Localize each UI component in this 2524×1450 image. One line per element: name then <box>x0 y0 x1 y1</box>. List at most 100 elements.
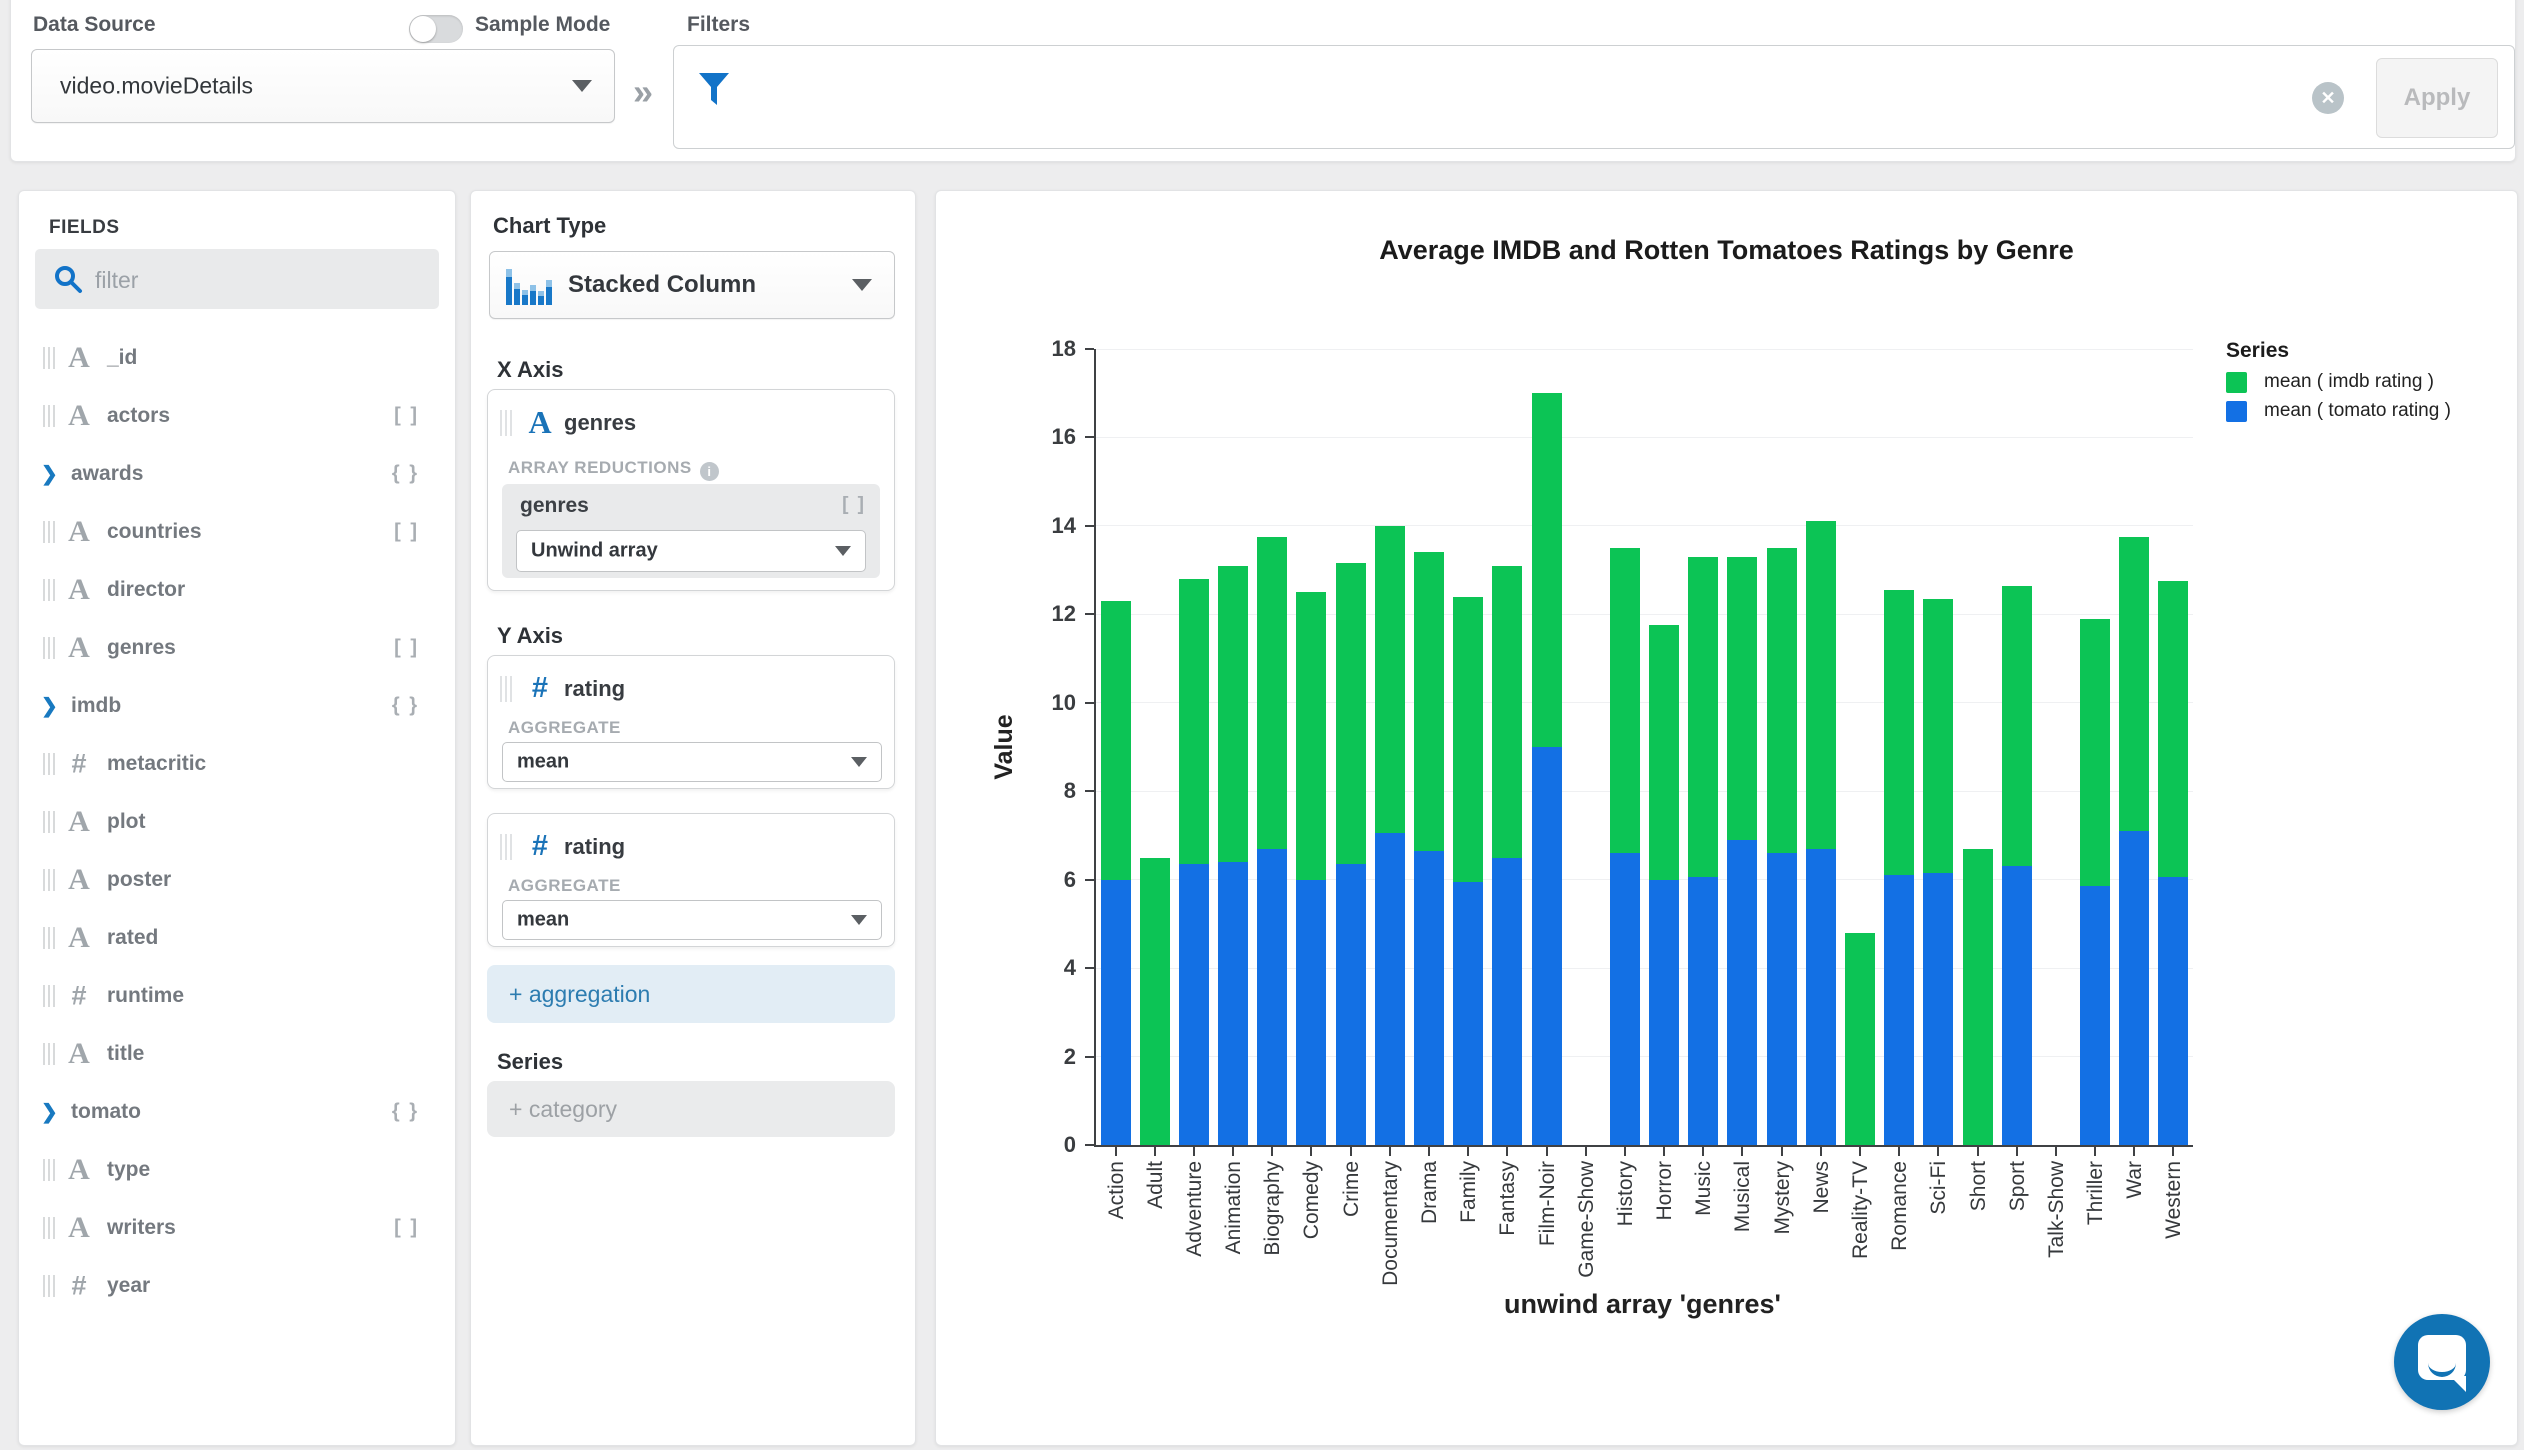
bar-Short-imdb[interactable] <box>1963 849 1993 1145</box>
bar-Adventure-tomato[interactable] <box>1179 864 1209 1145</box>
expand-chevron-icon[interactable]: ❯ <box>41 694 58 719</box>
drag-handle-icon[interactable] <box>43 521 55 543</box>
bar-War-tomato[interactable] <box>2119 831 2149 1145</box>
aggregate-select[interactable]: mean <box>502 900 882 940</box>
chat-widget-button[interactable] <box>2394 1314 2490 1410</box>
bar-Film-Noir-tomato[interactable] <box>1532 747 1562 1145</box>
field-row-title[interactable]: Atitle <box>19 1025 455 1083</box>
bar-Sport-imdb[interactable] <box>2002 586 2032 867</box>
bar-Thriller-tomato[interactable] <box>2080 886 2110 1145</box>
bar-Western-tomato[interactable] <box>2158 877 2188 1145</box>
bar-Documentary-tomato[interactable] <box>1375 833 1405 1145</box>
bar-Comedy-tomato[interactable] <box>1296 880 1326 1145</box>
drag-handle-icon[interactable] <box>500 410 512 436</box>
bar-Romance-imdb[interactable] <box>1884 590 1914 875</box>
info-icon[interactable]: i <box>700 462 719 481</box>
field-row-genres[interactable]: Agenres[ ] <box>19 619 455 677</box>
drag-handle-icon[interactable] <box>500 676 512 702</box>
field-row-plot[interactable]: Aplot <box>19 793 455 851</box>
bar-Family-imdb[interactable] <box>1453 597 1483 882</box>
bar-History-tomato[interactable] <box>1610 853 1640 1145</box>
bar-Western-imdb[interactable] <box>2158 581 2188 877</box>
bar-Music-imdb[interactable] <box>1688 557 1718 878</box>
expand-chevron-icon[interactable]: ❯ <box>41 1100 58 1125</box>
clear-filter-icon[interactable]: ✕ <box>2312 82 2344 114</box>
bar-Action-tomato[interactable] <box>1101 880 1131 1145</box>
drag-handle-icon[interactable] <box>43 985 55 1007</box>
bar-Fantasy-tomato[interactable] <box>1492 858 1522 1145</box>
bar-Animation-tomato[interactable] <box>1218 862 1248 1145</box>
field-row-_id[interactable]: A_id <box>19 329 455 387</box>
bar-Drama-imdb[interactable] <box>1414 552 1444 851</box>
bar-Thriller-imdb[interactable] <box>2080 619 2110 887</box>
aggregate-select[interactable]: mean <box>502 742 882 782</box>
drag-handle-icon[interactable] <box>43 405 55 427</box>
drag-handle-icon[interactable] <box>43 811 55 833</box>
bar-Action-imdb[interactable] <box>1101 601 1131 880</box>
drag-handle-icon[interactable] <box>43 927 55 949</box>
bar-Musical-tomato[interactable] <box>1727 840 1757 1145</box>
field-row-imdb[interactable]: ❯imdb{ } <box>19 677 455 735</box>
field-row-actors[interactable]: Aactors[ ] <box>19 387 455 445</box>
bar-Adventure-imdb[interactable] <box>1179 579 1209 864</box>
data-source-select[interactable]: video.movieDetails <box>31 49 615 123</box>
drag-handle-icon[interactable] <box>43 579 55 601</box>
add-aggregation-button[interactable]: + aggregation <box>487 965 895 1023</box>
bar-Sci-Fi-tomato[interactable] <box>1923 873 1953 1145</box>
bar-Fantasy-imdb[interactable] <box>1492 566 1522 858</box>
bar-Adult-imdb[interactable] <box>1140 858 1170 1145</box>
drag-handle-icon[interactable] <box>43 637 55 659</box>
field-row-writers[interactable]: Awriters[ ] <box>19 1199 455 1257</box>
bar-News-tomato[interactable] <box>1806 849 1836 1145</box>
field-row-metacritic[interactable]: #metacritic <box>19 735 455 793</box>
bar-Mystery-tomato[interactable] <box>1767 853 1797 1145</box>
bar-History-imdb[interactable] <box>1610 548 1640 853</box>
bar-War-imdb[interactable] <box>2119 537 2149 831</box>
bar-Sci-Fi-imdb[interactable] <box>1923 599 1953 873</box>
y-axis-field-card[interactable]: # rating AGGREGATE mean <box>487 655 895 789</box>
bar-Family-tomato[interactable] <box>1453 882 1483 1145</box>
bar-Animation-imdb[interactable] <box>1218 566 1248 862</box>
add-category-button[interactable]: + category <box>487 1081 895 1137</box>
drag-handle-icon[interactable] <box>43 1043 55 1065</box>
bar-Documentary-imdb[interactable] <box>1375 526 1405 833</box>
bar-News-imdb[interactable] <box>1806 521 1836 848</box>
field-row-type[interactable]: Atype <box>19 1141 455 1199</box>
field-row-countries[interactable]: Acountries[ ] <box>19 503 455 561</box>
bar-Reality-TV-imdb[interactable] <box>1845 933 1875 1145</box>
reduction-method-select[interactable]: Unwind array <box>516 530 866 572</box>
bar-Biography-imdb[interactable] <box>1257 537 1287 849</box>
drag-handle-icon[interactable] <box>43 869 55 891</box>
chart-type-select[interactable]: Stacked Column <box>489 251 895 319</box>
field-row-runtime[interactable]: #runtime <box>19 967 455 1025</box>
drag-handle-icon[interactable] <box>43 1275 55 1297</box>
field-row-tomato[interactable]: ❯tomato{ } <box>19 1083 455 1141</box>
bar-Mystery-imdb[interactable] <box>1767 548 1797 853</box>
sample-mode-toggle[interactable] <box>409 15 463 43</box>
filters-input[interactable]: ✕ Apply <box>673 45 2515 149</box>
bar-Romance-tomato[interactable] <box>1884 875 1914 1145</box>
drag-handle-icon[interactable] <box>43 347 55 369</box>
bar-Music-tomato[interactable] <box>1688 877 1718 1145</box>
bar-Horror-tomato[interactable] <box>1649 880 1679 1145</box>
field-row-year[interactable]: #year <box>19 1257 455 1315</box>
bar-Horror-imdb[interactable] <box>1649 625 1679 879</box>
drag-handle-icon[interactable] <box>500 834 512 860</box>
field-search-input[interactable] <box>93 249 427 311</box>
bar-Musical-imdb[interactable] <box>1727 557 1757 840</box>
field-row-poster[interactable]: Aposter <box>19 851 455 909</box>
bar-Biography-tomato[interactable] <box>1257 849 1287 1145</box>
x-axis-field-card[interactable]: A genres ARRAY REDUCTIONSi genres [ ] Un… <box>487 389 895 591</box>
apply-button[interactable]: Apply <box>2376 58 2498 138</box>
field-row-rated[interactable]: Arated <box>19 909 455 967</box>
drag-handle-icon[interactable] <box>43 1217 55 1239</box>
bar-Crime-tomato[interactable] <box>1336 864 1366 1145</box>
field-row-director[interactable]: Adirector <box>19 561 455 619</box>
drag-handle-icon[interactable] <box>43 1159 55 1181</box>
bar-Crime-imdb[interactable] <box>1336 563 1366 864</box>
bar-Sport-tomato[interactable] <box>2002 866 2032 1145</box>
field-search-box[interactable] <box>35 249 439 309</box>
drag-handle-icon[interactable] <box>43 753 55 775</box>
y-axis-field-card[interactable]: # rating AGGREGATE mean <box>487 813 895 947</box>
field-row-awards[interactable]: ❯awards{ } <box>19 445 455 503</box>
